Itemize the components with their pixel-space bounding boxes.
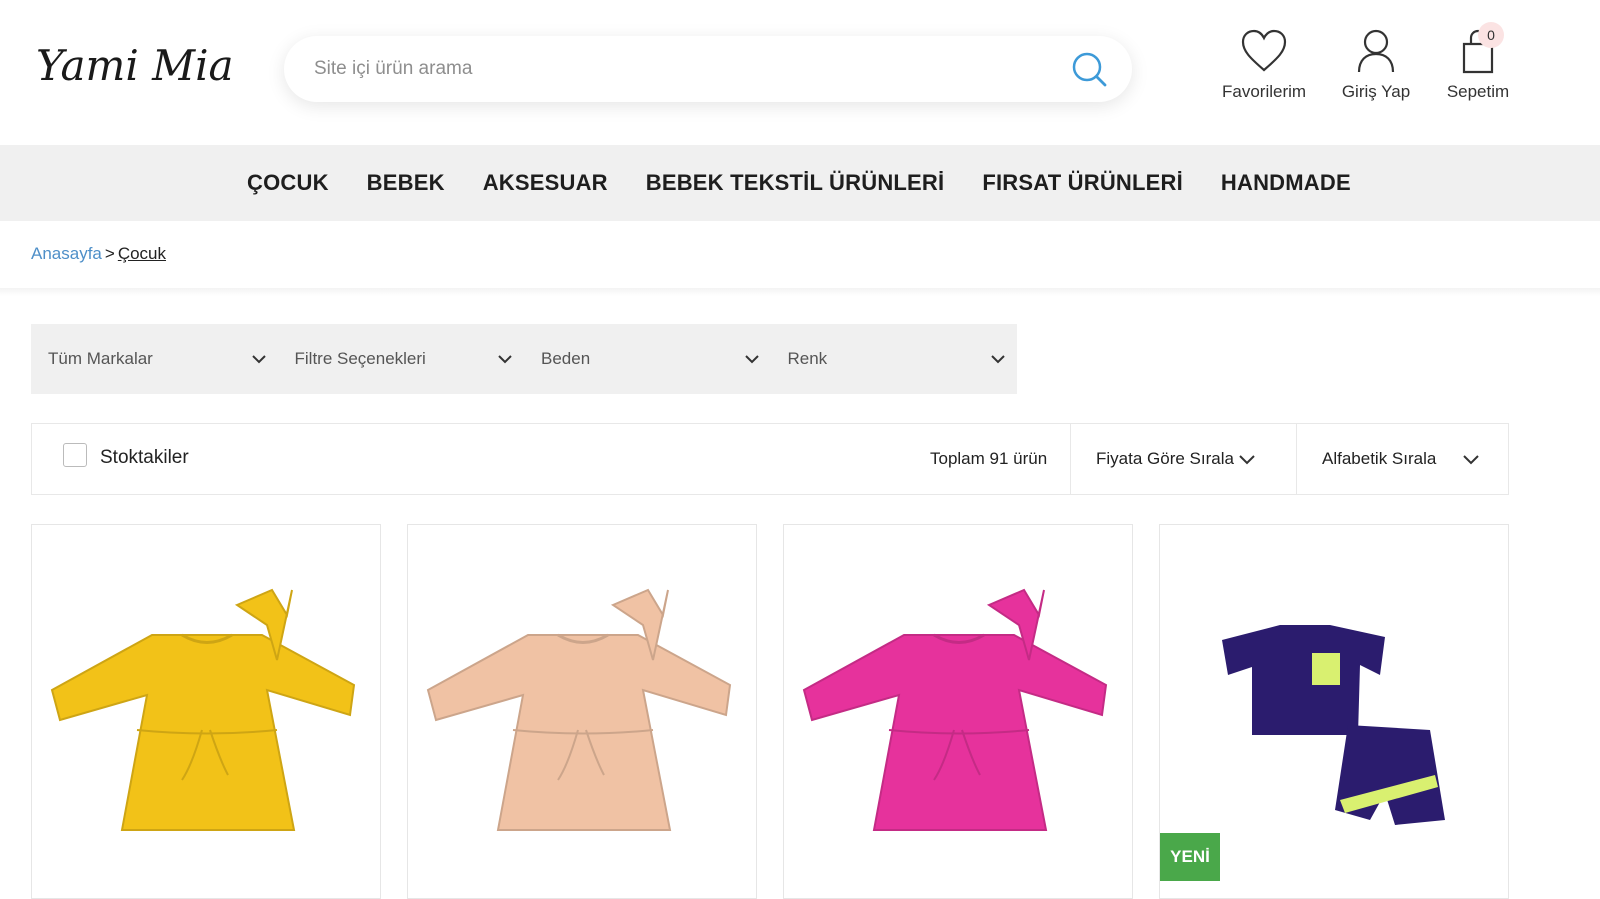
breadcrumb-home-link[interactable]: Anasayfa	[31, 244, 102, 264]
nav-item-firsat[interactable]: FIRSAT ÜRÜNLERİ	[982, 170, 1183, 196]
total-count: Toplam 91 ürün	[930, 449, 1048, 468]
svg-text:Yami Mia: Yami Mia	[36, 41, 234, 90]
chevron-down-icon	[744, 355, 759, 364]
search-bar	[284, 36, 1132, 102]
sort-by-price-dropdown[interactable]: Fiyata Göre Sırala	[1070, 424, 1296, 494]
product-image	[426, 588, 732, 831]
in-stock-label[interactable]: Stoktakiler	[100, 447, 189, 469]
brand-filter-dropdown[interactable]: Tüm Markalar	[31, 324, 278, 394]
listing-toolbar: Stoktakiler Toplam 91 ürün Fiyata Göre S…	[31, 423, 1509, 495]
login-button[interactable]: Giriş Yap	[1340, 28, 1412, 102]
chevron-down-icon	[1463, 455, 1479, 465]
nav-item-bebek-tekstil[interactable]: BEBEK TEKSTİL ÜRÜNLERİ	[646, 170, 945, 196]
heart-icon	[1241, 29, 1287, 72]
cart-count-badge: 0	[1478, 22, 1504, 48]
product-card[interactable]	[407, 524, 757, 899]
new-badge: YENİ	[1160, 833, 1220, 881]
breadcrumb: Anasayfa > Çocuk	[31, 244, 166, 264]
nav-item-handmade[interactable]: HANDMADE	[1221, 170, 1351, 196]
filter-label: Filtre Seçenekleri	[294, 349, 426, 368]
product-card[interactable]	[31, 524, 381, 899]
filter-label: Tüm Markalar	[48, 349, 153, 368]
breadcrumb-separator: >	[104, 244, 115, 263]
filter-bar: Tüm Markalar Filtre Seçenekleri Beden Re…	[31, 324, 1017, 394]
chevron-down-icon	[498, 355, 512, 364]
cart-label: Sepetim	[1446, 82, 1510, 101]
size-filter-dropdown[interactable]: Beden	[524, 324, 771, 394]
search-input[interactable]	[314, 54, 1054, 84]
cart-button[interactable]: 0 Sepetim	[1444, 22, 1512, 102]
nav-item-cocuk[interactable]: ÇOCUK	[247, 170, 329, 196]
filter-label: Beden	[541, 349, 591, 368]
chevron-down-icon	[251, 355, 266, 364]
nav-item-bebek[interactable]: BEBEK	[367, 170, 445, 196]
nav-item-aksesuar[interactable]: AKSESUAR	[483, 170, 608, 196]
sort-alpha-label: Alfabetik Sırala	[1322, 449, 1437, 468]
sort-alphabetical-dropdown[interactable]: Alfabetik Sırala	[1296, 424, 1508, 494]
logo-icon: Yami Mia	[36, 41, 234, 90]
sort-price-label: Fiyata Göre Sırala	[1096, 449, 1234, 468]
filter-label: Renk	[787, 349, 828, 368]
product-card[interactable]	[783, 524, 1133, 899]
login-label: Giriş Yap	[1341, 82, 1411, 101]
options-filter-dropdown[interactable]: Filtre Seçenekleri	[278, 324, 525, 394]
chevron-down-icon	[1239, 455, 1255, 465]
in-stock-checkbox[interactable]	[63, 443, 87, 467]
product-image	[802, 588, 1108, 831]
favorites-label: Favorilerim	[1222, 82, 1307, 101]
breadcrumb-current-link[interactable]: Çocuk	[118, 244, 166, 264]
section-divider	[0, 288, 1600, 296]
user-icon	[1357, 29, 1395, 73]
product-card[interactable]: YENİ	[1159, 524, 1509, 899]
color-filter-dropdown[interactable]: Renk	[771, 324, 1018, 394]
site-header: Yami Mia Favorilerim Giriş Yap	[0, 0, 1600, 145]
product-image	[50, 588, 356, 831]
chevron-down-icon	[991, 355, 1005, 364]
site-logo[interactable]: Yami Mia	[34, 30, 234, 110]
search-icon[interactable]	[1070, 50, 1110, 90]
favorites-button[interactable]: Favorilerim	[1222, 28, 1306, 102]
main-navigation: ÇOCUK BEBEK AKSESUAR BEBEK TEKSTİL ÜRÜNL…	[0, 145, 1600, 221]
